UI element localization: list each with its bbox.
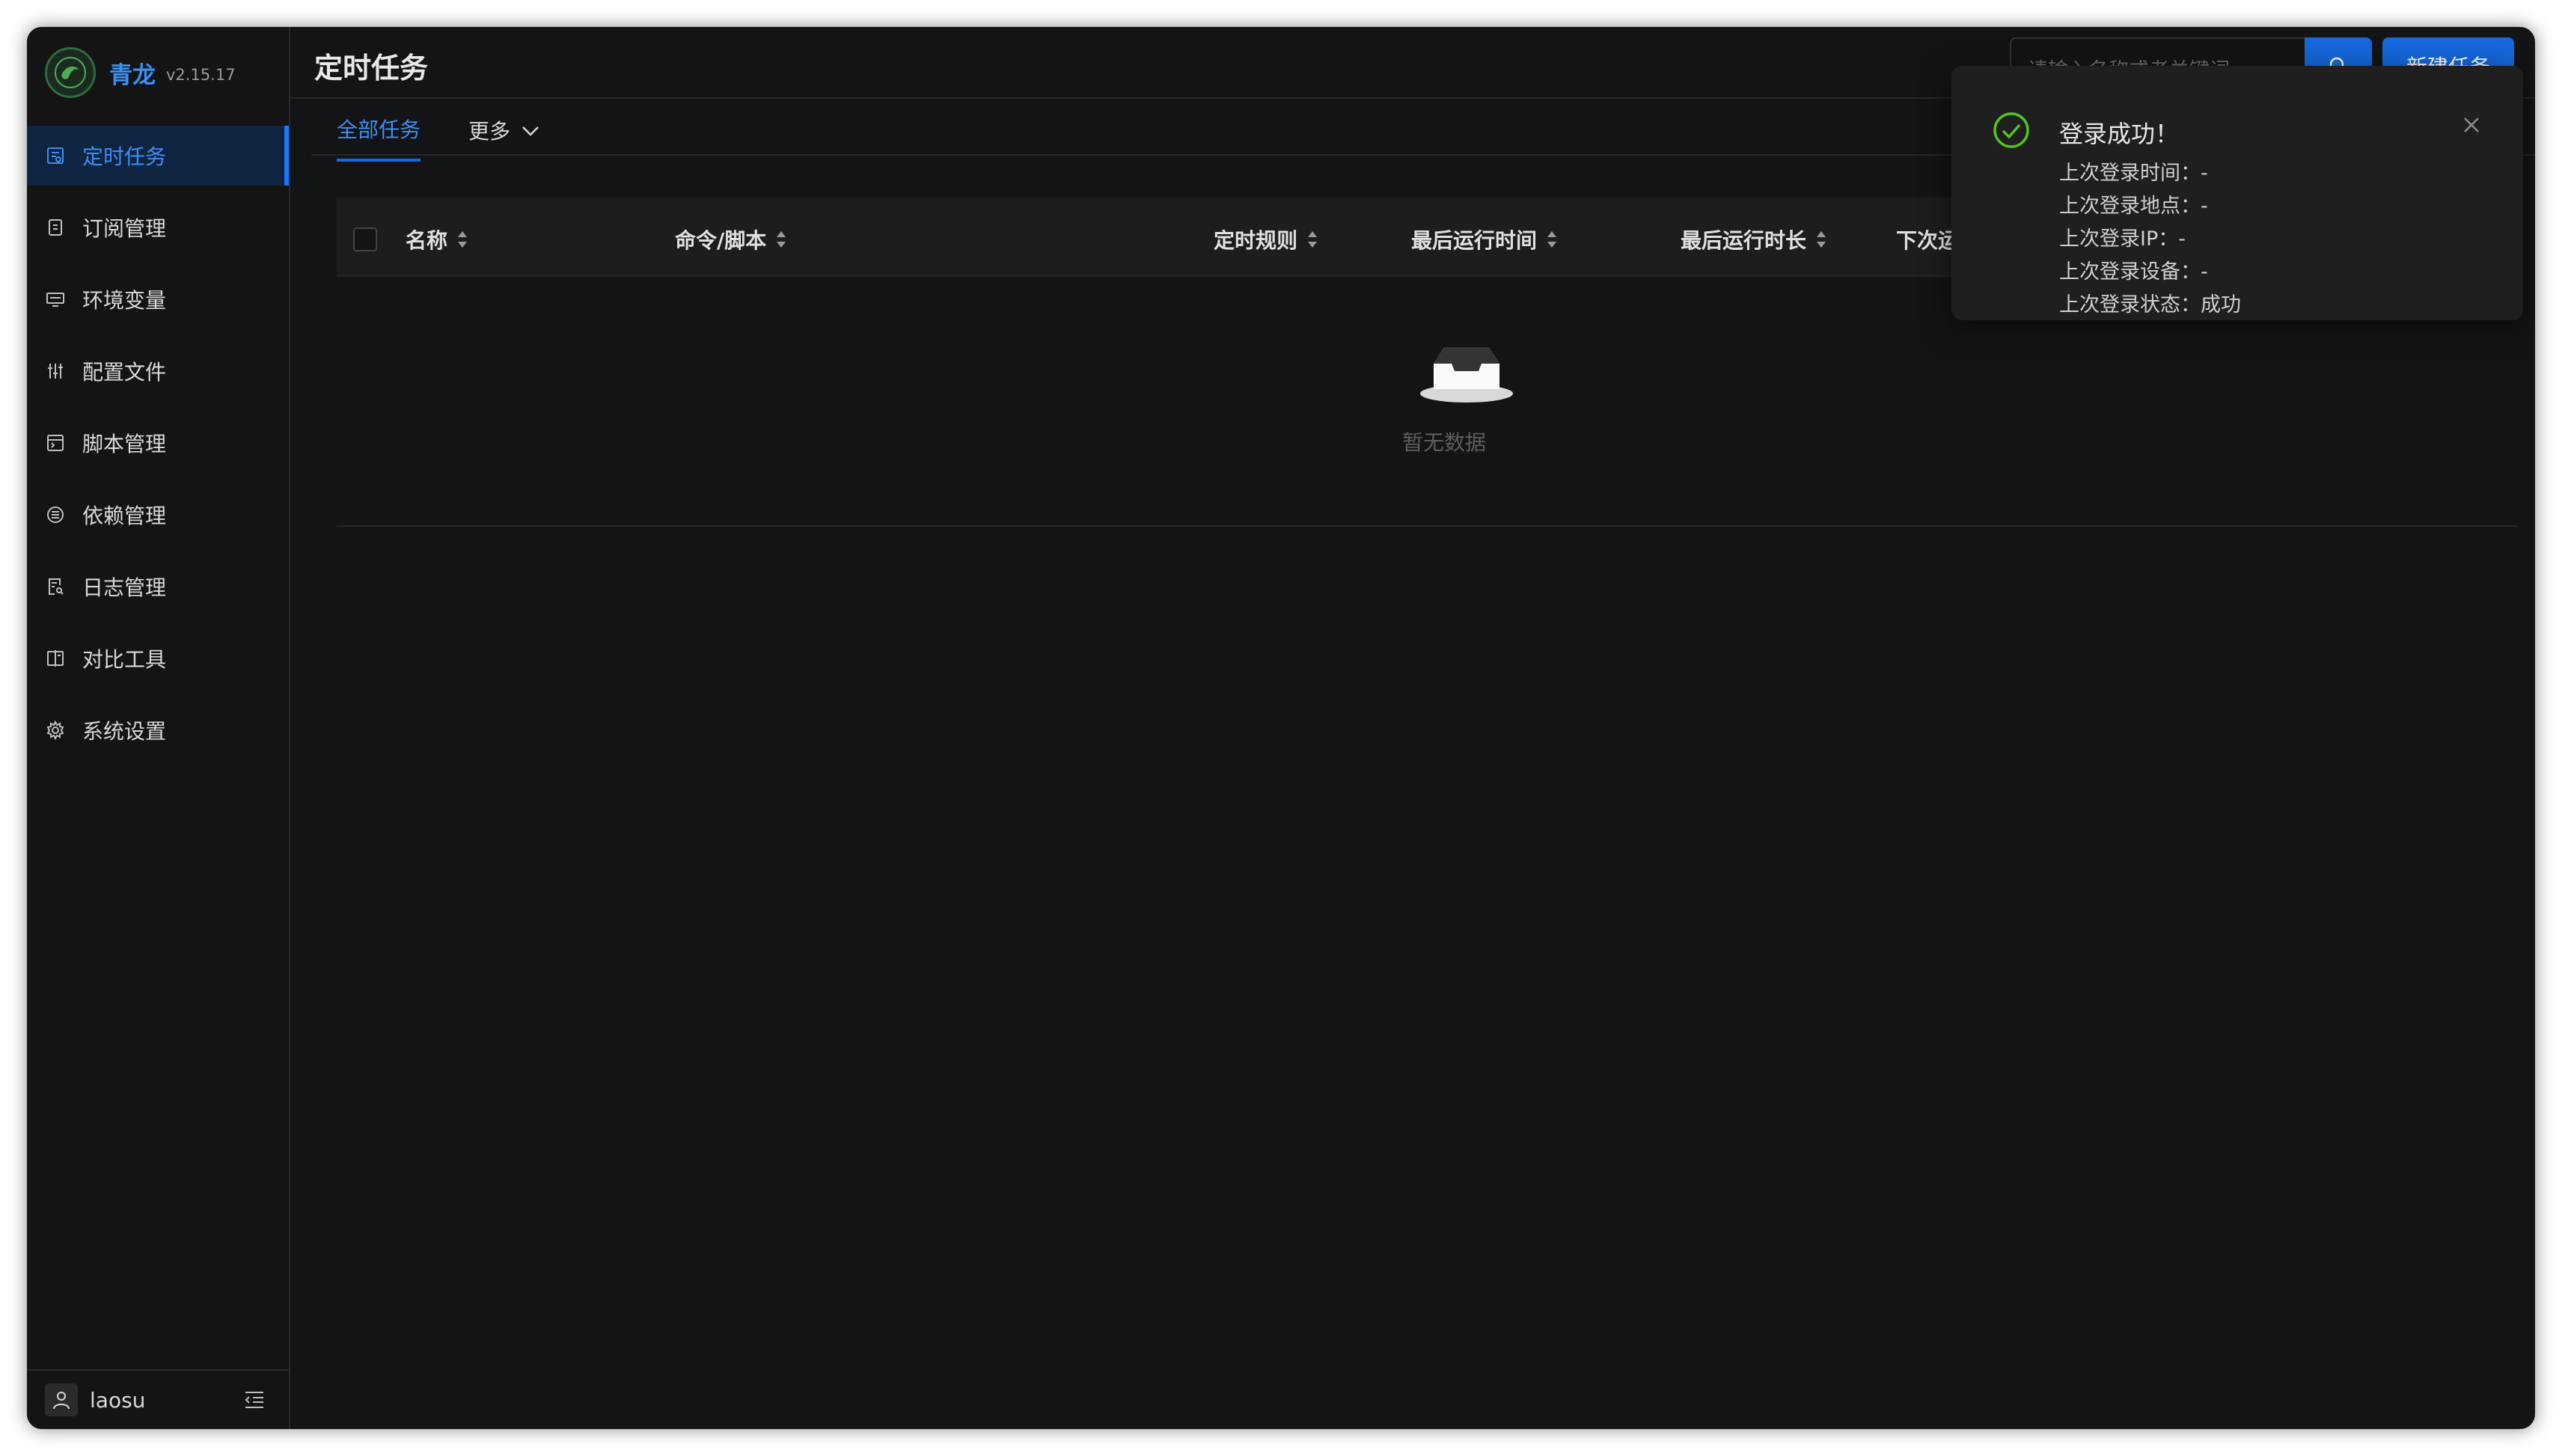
sidebar-item-config-files[interactable]: 配置文件 <box>27 341 289 401</box>
diff-icon <box>45 648 66 669</box>
column-label: 最后运行时长 <box>1681 228 1807 253</box>
last-login-device: 上次登录设备：- <box>2059 260 2208 284</box>
sidebar-menu: 定时任务 订阅管理 环境变量 配置文件 脚本管理 依赖管理 日志管理 对比工具 … <box>27 126 289 772</box>
sidebar-item-scripts[interactable]: 脚本管理 <box>27 413 289 473</box>
column-header-name[interactable]: 名称 <box>406 224 468 254</box>
menu-fold-icon[interactable] <box>242 1389 266 1414</box>
sidebar-item-label: 系统设置 <box>82 719 167 744</box>
sort-icon <box>1306 230 1318 249</box>
sidebar-item-label: 脚本管理 <box>82 432 167 456</box>
column-header-last-run-duration[interactable]: 最后运行时长 <box>1681 224 1827 254</box>
sort-icon <box>1815 230 1827 249</box>
subscription-icon <box>45 217 66 238</box>
brand[interactable]: 青龙 v2.15.17 <box>45 46 236 99</box>
list-icon <box>45 504 66 525</box>
user-icon[interactable] <box>45 1383 78 1416</box>
app-window: 青龙 v2.15.17 定时任务 订阅管理 环境变量 配置文件 脚本管理 依赖管… <box>27 27 2535 1429</box>
chevron-down-icon <box>521 118 540 143</box>
app-logo-icon <box>45 47 96 98</box>
column-label: 命令/脚本 <box>675 228 767 253</box>
sidebar-item-label: 订阅管理 <box>82 216 167 241</box>
last-login-status: 上次登录状态：成功 <box>2059 293 2241 316</box>
app-version: v2.15.17 <box>166 66 236 84</box>
empty-box-icon <box>1419 341 1514 409</box>
file-search-icon <box>45 576 66 597</box>
column-header-command[interactable]: 命令/脚本 <box>675 224 787 254</box>
app-name: 青龙 <box>109 61 156 89</box>
sidebar-item-dependencies[interactable]: 依赖管理 <box>27 485 289 545</box>
login-notification: 登录成功！ 上次登录时间：- 上次登录地点：- 上次登录IP：- 上次登录设备：… <box>1951 66 2523 320</box>
username[interactable]: laosu <box>90 1388 145 1413</box>
column-label: 名称 <box>406 228 448 253</box>
notification-title: 登录成功！ <box>2059 120 2180 148</box>
desktop-icon <box>45 289 66 310</box>
sidebar-footer: laosu <box>27 1369 289 1429</box>
column-header-schedule[interactable]: 定时规则 <box>1214 224 1318 254</box>
last-login-time: 上次登录时间：- <box>2059 162 2208 185</box>
column-header-last-run-time[interactable]: 最后运行时间 <box>1411 224 1558 254</box>
control-icon <box>45 361 66 382</box>
select-all-checkbox[interactable] <box>353 227 377 251</box>
sidebar-item-label: 定时任务 <box>82 144 167 169</box>
column-label: 最后运行时间 <box>1411 228 1538 253</box>
sidebar-item-label: 依赖管理 <box>82 504 167 528</box>
sidebar: 青龙 v2.15.17 定时任务 订阅管理 环境变量 配置文件 脚本管理 依赖管… <box>27 27 290 1429</box>
sidebar-item-diff-tool[interactable]: 对比工具 <box>27 628 289 688</box>
sidebar-item-label: 日志管理 <box>82 575 167 600</box>
sidebar-item-label: 环境变量 <box>82 288 167 313</box>
sidebar-item-label: 配置文件 <box>82 360 167 385</box>
empty-text: 暂无数据 <box>1401 430 1486 455</box>
sort-icon <box>1546 230 1558 249</box>
sidebar-item-cron-tasks[interactable]: 定时任务 <box>27 126 289 186</box>
code-icon <box>45 432 66 453</box>
close-icon[interactable] <box>2462 115 2481 138</box>
tab-label: 更多 <box>468 119 511 144</box>
column-header-next-run[interactable]: 下次运 <box>1896 224 1959 254</box>
notification-body: 上次登录时间：- 上次登录地点：- 上次登录IP：- 上次登录设备：- 上次登录… <box>2059 157 2241 322</box>
sidebar-item-settings[interactable]: 系统设置 <box>27 700 289 760</box>
sort-icon <box>775 230 787 249</box>
column-label: 定时规则 <box>1214 228 1298 253</box>
gear-icon <box>45 720 66 741</box>
sidebar-item-env-vars[interactable]: 环境变量 <box>27 269 289 329</box>
sort-icon <box>456 230 468 249</box>
page-title: 定时任务 <box>314 52 429 85</box>
check-circle-icon <box>1992 111 2031 153</box>
calendar-icon <box>45 145 66 166</box>
last-login-location: 上次登录地点：- <box>2059 195 2208 218</box>
last-login-ip: 上次登录IP：- <box>2059 227 2186 251</box>
sidebar-item-subscriptions[interactable]: 订阅管理 <box>27 198 289 257</box>
tab-label: 全部任务 <box>337 117 421 142</box>
column-label: 下次运 <box>1896 228 1960 253</box>
sidebar-item-logs[interactable]: 日志管理 <box>27 557 289 617</box>
sidebar-item-label: 对比工具 <box>82 647 167 672</box>
